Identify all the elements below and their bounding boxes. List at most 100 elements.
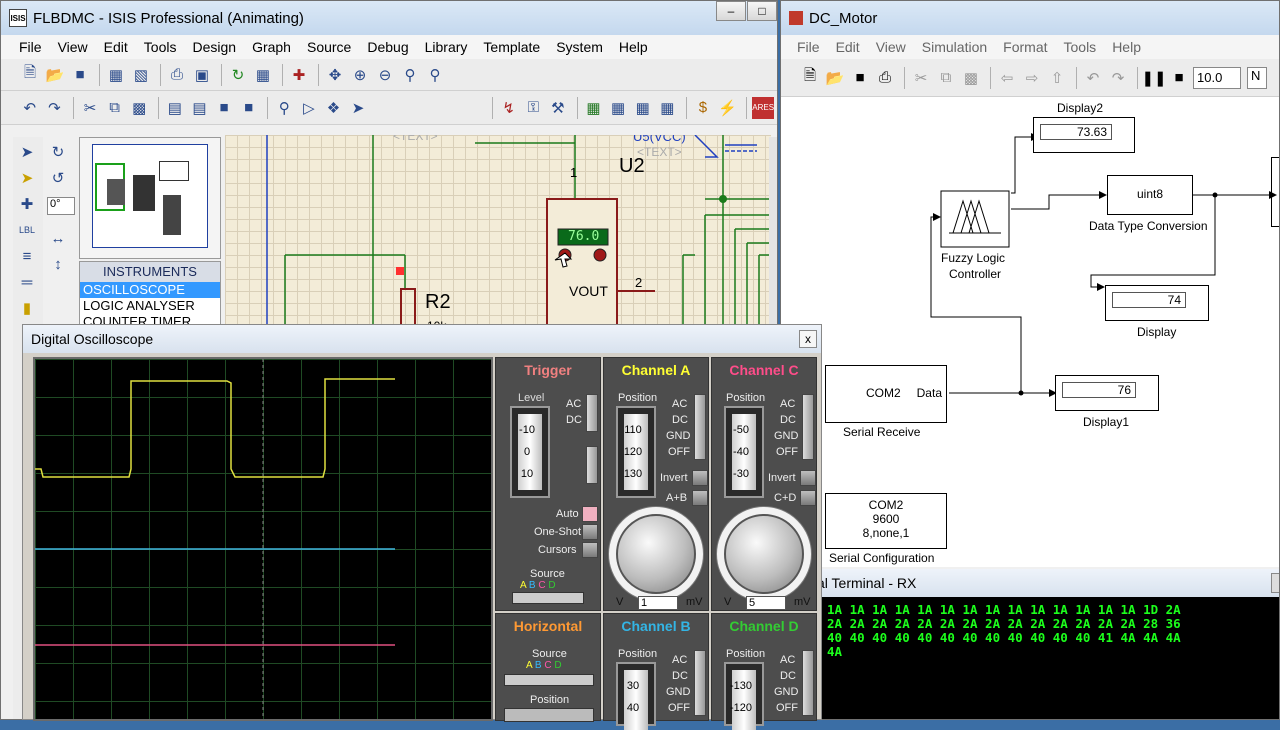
text-script-icon[interactable]: ≡: [16, 245, 38, 267]
isis-menu-template[interactable]: Template: [475, 39, 548, 55]
pan-icon[interactable]: ✥: [324, 64, 346, 86]
channel-d-position-slider[interactable]: -130 -120: [724, 662, 764, 730]
instrument-item-oscilloscope[interactable]: OSCILLOSCOPE: [80, 282, 220, 298]
erc-icon[interactable]: ▦: [657, 97, 679, 119]
isis-menu-source[interactable]: Source: [299, 39, 359, 55]
mirror-y-icon[interactable]: ↕: [47, 253, 69, 275]
channel-d-coupling-switch[interactable]: [802, 650, 814, 716]
property-tool-icon[interactable]: ⚒: [547, 97, 569, 119]
instrument-item-logic-analyser[interactable]: LOGIC ANALYSER: [80, 298, 220, 314]
open-model-icon[interactable]: 📂: [824, 67, 846, 89]
isis-menu-file[interactable]: File: [11, 39, 50, 55]
stop-time-input[interactable]: [1193, 66, 1241, 89]
channel-c-scale-knob[interactable]: [724, 514, 804, 594]
label-icon[interactable]: LBL: [16, 219, 38, 241]
isis-menu-design[interactable]: Design: [184, 39, 244, 55]
offscreen-block[interactable]: [1271, 157, 1279, 227]
decompose-icon[interactable]: ➤: [347, 97, 369, 119]
sheet-icon[interactable]: ▦: [583, 97, 605, 119]
block-rotate-icon[interactable]: ■: [213, 97, 235, 119]
select-icon[interactable]: ➤: [16, 141, 38, 163]
channel-b-position-slider[interactable]: 30 40: [616, 662, 656, 730]
block-delete-icon[interactable]: ■: [238, 97, 260, 119]
undo-model-icon[interactable]: ↶: [1082, 67, 1104, 89]
isis-menu-graph[interactable]: Graph: [244, 39, 299, 55]
isis-titlebar[interactable]: ISIS FLBDMC - ISIS Professional (Animati…: [1, 1, 777, 35]
oscilloscope-close-button[interactable]: x: [799, 330, 817, 348]
simulink-canvas[interactable]: Display2 73.63 uint8 Data Type Conversio…: [781, 97, 1279, 567]
up-icon[interactable]: ⇧: [1046, 67, 1068, 89]
terminal-close-button[interactable]: [1271, 573, 1279, 593]
save-icon[interactable]: ■: [69, 64, 91, 86]
simulink-menu-view[interactable]: View: [868, 39, 914, 55]
isis-menu-edit[interactable]: Edit: [96, 39, 136, 55]
bill-icon[interactable]: $: [692, 97, 714, 119]
channel-a-scale-field[interactable]: 1: [638, 596, 678, 610]
trigger-source-slider[interactable]: [512, 592, 584, 604]
make-device-icon[interactable]: ▷: [298, 97, 320, 119]
simulink-menu-tools[interactable]: Tools: [1056, 39, 1105, 55]
trigger-coupling-switch[interactable]: [586, 394, 598, 432]
channel-c-combo-button[interactable]: [800, 490, 816, 506]
copy-model-icon[interactable]: ⧉: [935, 67, 957, 89]
overview-window[interactable]: [79, 137, 221, 259]
serial-receive-block[interactable]: COM2 Data: [825, 365, 947, 423]
save-model-icon[interactable]: ■: [849, 67, 871, 89]
trigger-cursors-button[interactable]: [582, 542, 598, 558]
grid-icon[interactable]: ▦: [252, 64, 274, 86]
display1-block[interactable]: 76: [1055, 375, 1159, 411]
forward-icon[interactable]: ⇨: [1021, 67, 1043, 89]
channel-c-scale-field[interactable]: 5: [746, 596, 786, 610]
horizontal-source-slider[interactable]: [504, 674, 594, 686]
back-icon[interactable]: ⇦: [996, 67, 1018, 89]
component-icon[interactable]: ➤: [16, 167, 38, 189]
isis-menu-tools[interactable]: Tools: [136, 39, 185, 55]
cut-model-icon[interactable]: ✂: [910, 67, 932, 89]
paste-icon[interactable]: ▩: [128, 97, 150, 119]
rotation-angle-field[interactable]: 0°: [47, 197, 75, 215]
refresh-icon[interactable]: ↻: [227, 64, 249, 86]
trigger-auto-button[interactable]: [582, 506, 598, 522]
minimize-button[interactable]: –: [716, 1, 746, 21]
zoom-all-icon[interactable]: ⚲: [399, 64, 421, 86]
copy-icon[interactable]: ⧉: [104, 97, 126, 119]
trigger-edge-switch[interactable]: [586, 446, 598, 484]
channel-a-combo-button[interactable]: [692, 490, 708, 506]
isis-menu-view[interactable]: View: [50, 39, 96, 55]
simulink-menu-edit[interactable]: Edit: [828, 39, 868, 55]
pause-icon[interactable]: ❚❚: [1141, 67, 1166, 89]
channel-a-scale-knob[interactable]: [616, 514, 696, 594]
print-icon[interactable]: ⎙: [166, 64, 188, 86]
netlist-icon[interactable]: ▦: [607, 97, 629, 119]
maximize-button[interactable]: □: [747, 1, 777, 21]
junction-icon[interactable]: ✚: [16, 193, 38, 215]
cut-icon[interactable]: ✂: [79, 97, 101, 119]
electrical-check-icon[interactable]: ⚡: [717, 97, 739, 119]
schematic-canvas[interactable]: U2 1 2 VOUT 76.0 R2 10k <TEXT> <TEXT> U5…: [225, 135, 771, 335]
isis-menu-system[interactable]: System: [548, 39, 611, 55]
open-icon[interactable]: 📂: [44, 64, 66, 86]
zoom-area-icon[interactable]: ⚲: [424, 64, 446, 86]
uint8-block[interactable]: uint8: [1107, 175, 1193, 215]
new-icon[interactable]: 🗎: [19, 64, 41, 86]
ares-icon[interactable]: ARES: [752, 96, 775, 119]
redo-model-icon[interactable]: ↷: [1107, 67, 1129, 89]
origin-icon[interactable]: ✚: [288, 64, 310, 86]
export-icon[interactable]: ▧: [130, 64, 152, 86]
print-model-icon[interactable]: ⎙: [874, 67, 896, 89]
isis-menu-help[interactable]: Help: [611, 39, 656, 55]
display-block[interactable]: 74: [1105, 285, 1209, 321]
area-icon[interactable]: ▣: [191, 64, 213, 86]
isis-menu-library[interactable]: Library: [417, 39, 476, 55]
sim-mode-partial[interactable]: N: [1247, 66, 1267, 89]
zoom-out-icon[interactable]: ⊖: [374, 64, 396, 86]
channel-c-position-slider[interactable]: -50 -40 -30: [724, 406, 764, 498]
oscilloscope-titlebar[interactable]: Digital Oscilloscope x: [23, 325, 821, 353]
simulink-menu-help[interactable]: Help: [1104, 39, 1149, 55]
channel-b-coupling-switch[interactable]: [694, 650, 706, 716]
block-copy-icon[interactable]: ▤: [164, 97, 186, 119]
new-model-icon[interactable]: 🗎: [799, 67, 821, 89]
terminal-titlebar[interactable]: al Terminal - RX: [781, 569, 1279, 597]
simulink-menu-format[interactable]: Format: [995, 39, 1055, 55]
trigger-oneshot-button[interactable]: [582, 524, 598, 540]
